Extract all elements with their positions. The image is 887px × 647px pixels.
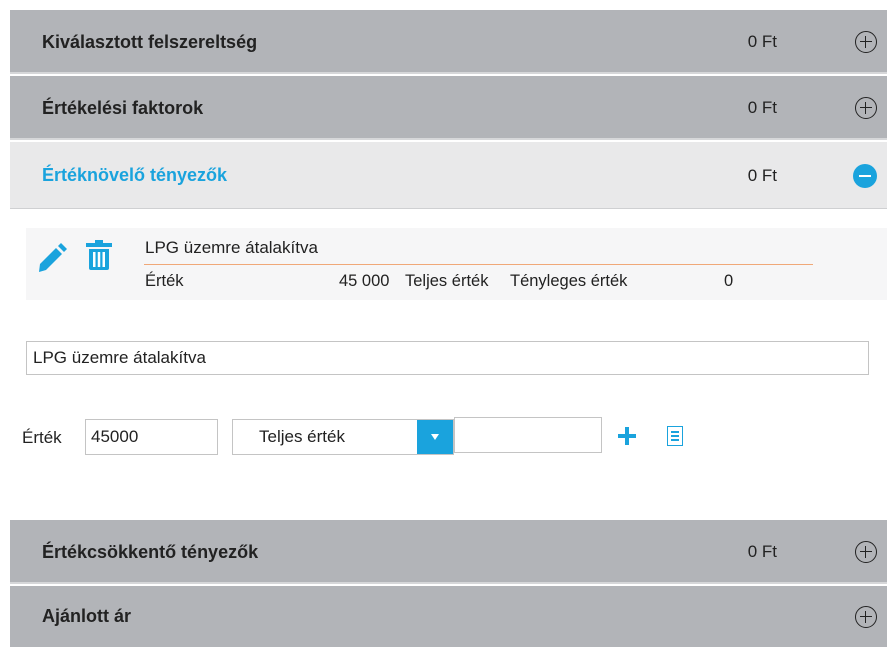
pencil-icon[interactable] <box>36 240 70 274</box>
section-title: Értéknövelő tényezők <box>42 165 228 185</box>
section-amount: 0 Ft <box>747 166 777 185</box>
extra-value-input[interactable] <box>454 417 602 453</box>
item-value: 45 000 <box>339 272 390 290</box>
trash-icon[interactable] <box>86 240 112 270</box>
section-amount: 0 Ft <box>747 32 777 51</box>
section-title: Értékcsökkentő tényezők <box>42 542 259 562</box>
value-label: Érték <box>22 428 62 447</box>
section-recommended-price[interactable]: Ajánlott ár <box>10 586 887 647</box>
section-valuation-factors[interactable]: Értékelési faktorok 0 Ft <box>10 76 887 140</box>
item-name: LPG üzemre átalakítva <box>145 238 318 257</box>
value-input[interactable] <box>85 419 218 455</box>
item-actual-label: Tényleges érték <box>510 272 628 290</box>
section-amount: 0 Ft <box>747 542 777 561</box>
value-type-selected: Teljes érték <box>259 427 345 446</box>
value-type-select[interactable]: Teljes érték <box>232 419 454 455</box>
item-total-label: Teljes érték <box>405 272 489 290</box>
section-title: Kiválasztott felszereltség <box>42 32 258 52</box>
expand-icon[interactable] <box>855 97 877 119</box>
chevron-down-icon[interactable] <box>417 420 453 454</box>
list-icon[interactable] <box>667 426 683 446</box>
section-value-decreasing-factors[interactable]: Értékcsökkentő tényezők 0 Ft <box>10 520 887 584</box>
item-actual-value: 0 <box>724 272 734 290</box>
factor-item: LPG üzemre átalakítva Érték 45 000 Telje… <box>26 228 887 300</box>
valuation-accordion: Kiválasztott felszereltség 0 Ft Értékelé… <box>0 0 887 647</box>
value-increasing-panel: LPG üzemre átalakítva Érték 45 000 Telje… <box>10 209 887 520</box>
expand-icon[interactable] <box>855 606 877 628</box>
collapse-icon[interactable] <box>853 164 877 188</box>
plus-icon[interactable] <box>618 427 636 445</box>
item-value-label: Érték <box>145 272 184 290</box>
section-selected-equipment[interactable]: Kiválasztott felszereltség 0 Ft <box>10 10 887 74</box>
section-title: Ajánlott ár <box>42 606 132 626</box>
expand-icon[interactable] <box>855 541 877 563</box>
expand-icon[interactable] <box>855 31 877 53</box>
section-amount: 0 Ft <box>747 98 777 117</box>
section-title: Értékelési faktorok <box>42 98 204 118</box>
item-divider <box>144 264 813 265</box>
factor-name-input[interactable] <box>26 341 869 375</box>
section-value-increasing-factors[interactable]: Értéknövelő tényezők 0 Ft <box>10 142 887 209</box>
